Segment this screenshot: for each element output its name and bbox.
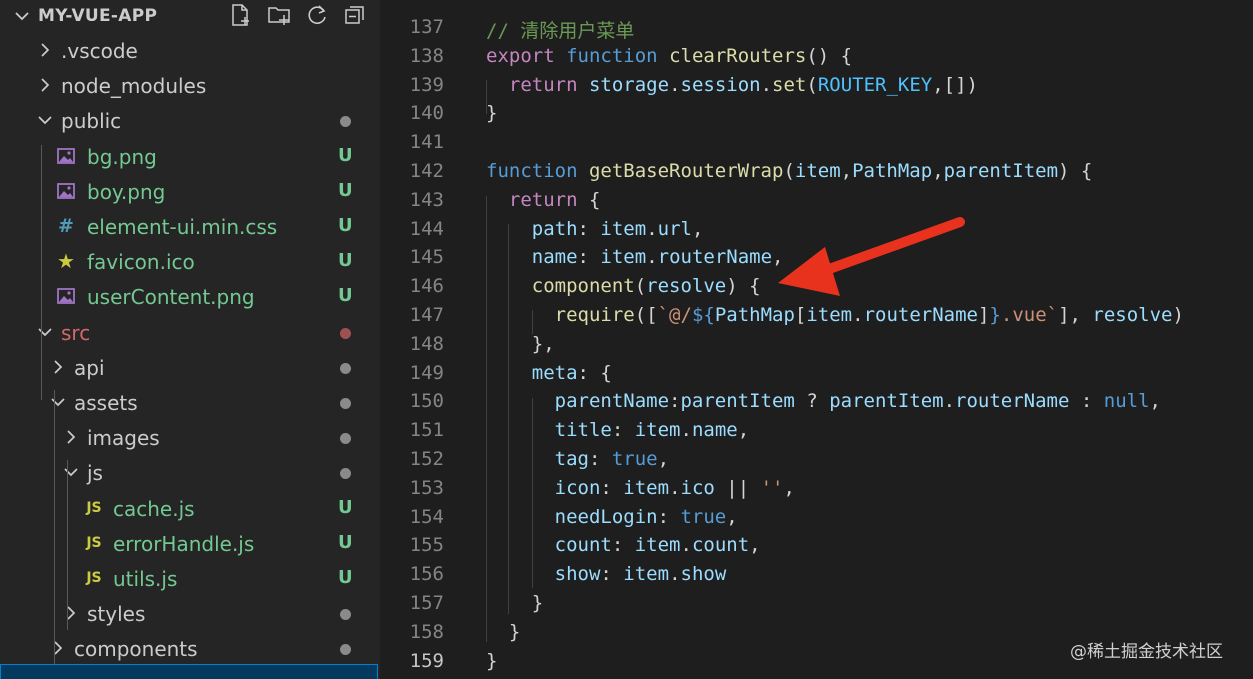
- chevron-down-icon[interactable]: [49, 393, 67, 411]
- tree-item-label: assets: [74, 391, 138, 415]
- tree-item-label: src: [61, 320, 91, 345]
- chevron-right-icon[interactable]: [62, 604, 80, 622]
- modified-dot-icon: [340, 468, 351, 480]
- chevron-down-icon[interactable]: [36, 323, 54, 341]
- tree-item-utils-js[interactable]: JS utils.js U: [0, 561, 380, 596]
- chevron-down-icon[interactable]: [12, 6, 32, 26]
- new-file-icon[interactable]: [228, 2, 254, 28]
- explorer-title: MY-VUE-APP: [38, 6, 158, 26]
- tree-item-label: userContent.png: [87, 285, 255, 310]
- chevron-right-icon[interactable]: [49, 639, 67, 657]
- untracked-badge: U: [338, 531, 353, 553]
- chevron-right-icon[interactable]: [36, 76, 54, 94]
- modified-dot-icon: [340, 644, 351, 656]
- tree-item-label: utils.js: [113, 567, 178, 591]
- js-file-icon: JS: [86, 534, 102, 551]
- modified-dot-icon: [340, 433, 351, 445]
- tree-item-label: bg.png: [87, 144, 157, 169]
- untracked-badge: U: [338, 215, 353, 236]
- watermark: @稀土掘金技术社区: [1070, 642, 1223, 662]
- tree-item-js[interactable]: js: [0, 455, 380, 490]
- tree-item-public[interactable]: public: [0, 103, 380, 138]
- vscode-window: MY-VUE-APP .vscode node_modules public b…: [0, 0, 1253, 679]
- tree-item-label: favicon.ico: [87, 250, 195, 275]
- chevron-down-icon[interactable]: [62, 463, 80, 481]
- tree-item-label: api: [74, 355, 105, 380]
- tree-item-label: errorHandle.js: [113, 531, 255, 556]
- untracked-badge: U: [338, 144, 353, 166]
- js-file-icon: JS: [86, 499, 102, 516]
- modified-dot-icon: [340, 327, 351, 339]
- tree-item-label: .vscode: [61, 39, 138, 63]
- modified-dot-icon: [340, 116, 351, 128]
- tree-item-src[interactable]: src: [0, 315, 380, 350]
- tree-item-selected[interactable]: [0, 664, 378, 679]
- tree-item-label: element-ui.min.css: [87, 215, 278, 239]
- tree-item-label: components: [74, 637, 198, 662]
- image-file-icon: [56, 146, 76, 166]
- untracked-badge: U: [338, 250, 353, 272]
- tree-item-bg-png[interactable]: bg.png U: [0, 139, 380, 174]
- untracked-badge: U: [338, 496, 353, 518]
- chevron-right-icon[interactable]: [49, 358, 67, 376]
- collapse-all-icon[interactable]: [342, 2, 368, 28]
- refresh-icon[interactable]: [304, 2, 330, 28]
- tree-item-styles[interactable]: styles: [0, 596, 380, 631]
- tree-item-label: public: [61, 109, 122, 134]
- code-editor[interactable]: 137 138 139 140 141 142 143 144 145 146 147 148 149 1…: [380, 0, 1253, 679]
- chevron-right-icon[interactable]: [36, 41, 54, 59]
- modified-dot-icon: [340, 398, 351, 409]
- tree-item-label: images: [87, 426, 160, 451]
- modified-dot-icon: [340, 609, 351, 621]
- tree-item-label: boy.png: [87, 179, 166, 204]
- tree-item-label: js: [87, 461, 103, 486]
- tree-item-label: cache.js: [113, 496, 195, 521]
- tree-item-cache-js[interactable]: JS cache.js U: [0, 491, 380, 526]
- modified-dot-icon: [340, 362, 351, 374]
- tree-item-boy-png[interactable]: boy.png U: [0, 174, 380, 209]
- untracked-badge: U: [338, 285, 353, 307]
- untracked-badge: U: [338, 179, 353, 201]
- tree-item-element-ui-min-css[interactable]: # element-ui.min.css U: [0, 209, 380, 244]
- tree-item--vscode[interactable]: .vscode: [0, 33, 380, 68]
- indent-guide: [67, 460, 68, 630]
- new-folder-icon[interactable]: [266, 2, 292, 28]
- untracked-badge: U: [338, 567, 353, 588]
- tree-item-api[interactable]: api: [0, 350, 380, 385]
- tree-item-node-modules[interactable]: node_modules: [0, 68, 380, 103]
- indent-guide: [41, 145, 42, 400]
- tree-item-label: styles: [87, 602, 146, 627]
- tree-item-errorhandle-js[interactable]: JS errorHandle.js U: [0, 526, 380, 561]
- image-file-icon: [56, 286, 76, 306]
- tree-item-usercontent-png[interactable]: userContent.png U: [0, 279, 380, 314]
- explorer-header[interactable]: MY-VUE-APP: [0, 0, 380, 33]
- js-file-icon: JS: [86, 570, 102, 586]
- chevron-right-icon[interactable]: [62, 428, 80, 446]
- tree-item-assets[interactable]: assets: [0, 385, 380, 420]
- image-file-icon: [56, 181, 76, 201]
- red-arrow-annotation: [778, 217, 965, 296]
- tree-item-components[interactable]: components: [0, 631, 380, 666]
- tree-item-label: node_modules: [61, 74, 207, 99]
- tree-item-favicon-ico[interactable]: ★ favicon.ico U: [0, 244, 380, 279]
- tree-item-images[interactable]: images: [0, 420, 380, 455]
- chevron-down-icon[interactable]: [36, 111, 54, 129]
- indent-guide: [54, 390, 55, 670]
- star-icon: ★: [57, 249, 75, 274]
- css-file-icon: #: [58, 215, 74, 237]
- explorer-sidebar: MY-VUE-APP .vscode node_modules public b…: [0, 0, 380, 679]
